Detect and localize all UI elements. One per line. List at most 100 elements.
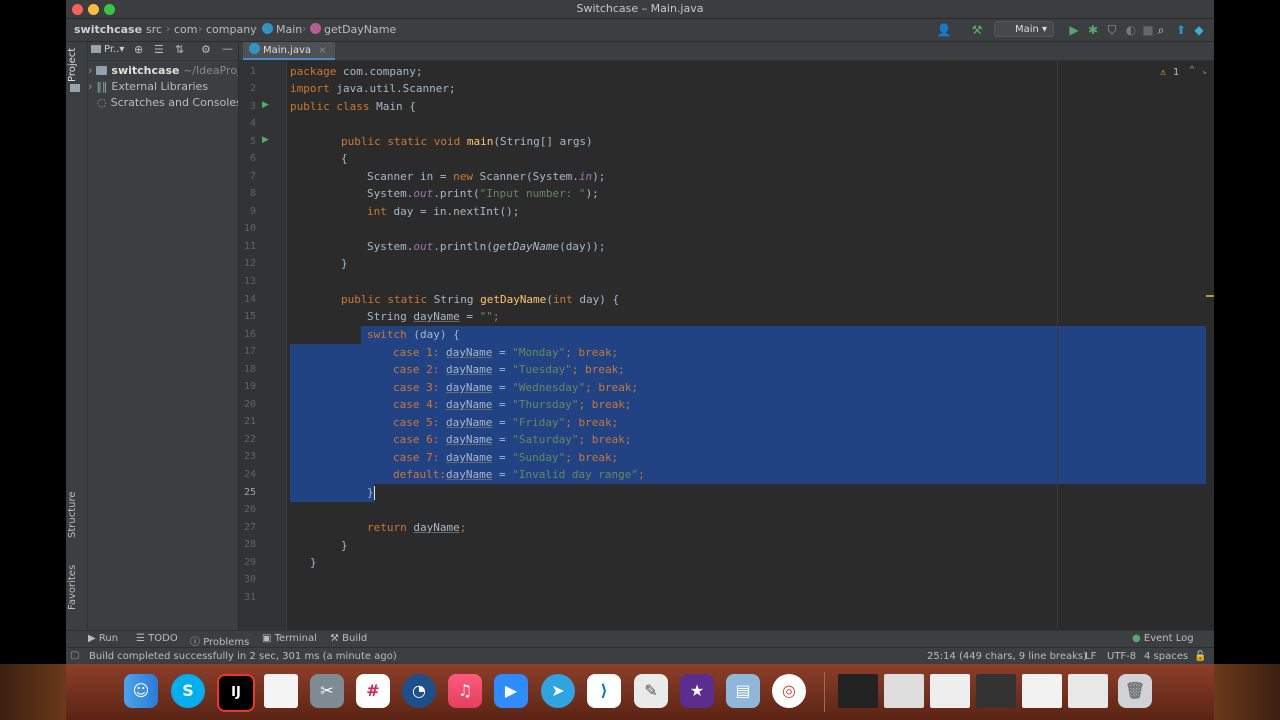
build-tool-tab[interactable]: ⚒ Build: [330, 633, 367, 644]
breadcrumb-company[interactable]: company: [206, 23, 257, 36]
breadcrumb-method[interactable]: getDayName: [310, 23, 396, 36]
line-number: 8: [249, 188, 256, 199]
close-tab-icon[interactable]: ×: [318, 45, 326, 56]
textedit-icon[interactable]: ✎: [634, 674, 668, 708]
breadcrumb-separator: ›: [302, 22, 307, 35]
zoom-icon[interactable]: ▶: [494, 674, 528, 708]
music-icon[interactable]: ♫: [448, 674, 482, 708]
debug-icon[interactable]: ✱: [1085, 22, 1101, 38]
line-number: 22: [243, 434, 256, 445]
chevron-right-icon: ›: [88, 64, 93, 77]
vscode-icon[interactable]: ⟩: [587, 674, 621, 708]
line-separator[interactable]: LF: [1085, 651, 1096, 662]
favorites-tool-tab[interactable]: Favorites: [67, 565, 78, 610]
build-hammer-icon[interactable]: ⚒: [969, 22, 985, 38]
run-icon[interactable]: ▶: [1066, 22, 1082, 38]
update-icon[interactable]: ⬆: [1173, 22, 1189, 38]
user-icon[interactable]: 👤: [936, 22, 952, 38]
class-icon: [262, 23, 273, 34]
warning-icon[interactable]: ⚠: [1160, 67, 1166, 78]
locate-icon[interactable]: ⊕: [134, 43, 143, 56]
lock-icon[interactable]: 🔓: [1194, 651, 1206, 662]
scroll-marker: [1206, 295, 1214, 297]
todo-tool-tab[interactable]: ☰ TODO: [136, 633, 178, 644]
tab-main-java[interactable]: Main.java ×: [243, 42, 335, 60]
line-number: 5: [249, 136, 256, 147]
caret-position[interactable]: 25:14 (449 chars, 9 line breaks): [927, 651, 1087, 662]
code-line-3: public class Main {: [290, 100, 416, 113]
event-log-tool-tab[interactable]: ● Event Log: [1132, 633, 1194, 644]
code-line-1: package com.company;: [290, 65, 423, 78]
expand-all-icon[interactable]: ☰: [154, 43, 164, 56]
breadcrumb-src[interactable]: src: [146, 23, 162, 36]
skype-icon[interactable]: S: [171, 674, 205, 708]
utilities-icon[interactable]: ✂: [310, 674, 344, 708]
window-thumbnail[interactable]: [976, 674, 1016, 708]
breadcrumb-project[interactable]: switchcase: [74, 23, 142, 36]
imovie-icon[interactable]: ★: [680, 674, 714, 708]
line-number: 24: [243, 469, 256, 480]
library-icon: ‖‖: [96, 80, 108, 93]
project-panel: Pr..▾ ⊕ ☰ ⇅ ⚙ — › switchcase ~/IdeaProj ›…: [88, 42, 239, 630]
breadcrumb-main-class[interactable]: Main: [262, 23, 302, 36]
problems-tool-tab[interactable]: ⓘ Problems: [190, 633, 249, 648]
search-icon[interactable]: ⌕: [1153, 22, 1169, 38]
intellij-icon[interactable]: IJ: [217, 674, 255, 712]
chrome-icon[interactable]: ◎: [772, 674, 806, 708]
line-number: 2: [249, 83, 256, 94]
project-view-select[interactable]: Pr..▾: [104, 44, 124, 55]
code-editor[interactable]: package com.company; import java.util.Sc…: [287, 61, 1214, 630]
status-message[interactable]: Build completed successfully in 2 sec, 3…: [89, 651, 397, 662]
run-configuration-select[interactable]: Main ▾: [994, 21, 1054, 37]
collapse-all-icon[interactable]: ⇅: [175, 43, 184, 56]
editor-gutter: 1 2 3 4 5 6 7 8 9 10 11 12 13 14 15 16 1…: [239, 61, 311, 630]
document-icon[interactable]: [264, 674, 298, 708]
dock-divider: [824, 672, 825, 712]
preview-icon[interactable]: ▤: [726, 674, 760, 708]
line-number: 4: [249, 118, 256, 129]
profile-icon[interactable]: ◐: [1123, 22, 1139, 38]
code-line-27: return dayName;: [367, 521, 467, 534]
plugin-icon[interactable]: ◆: [1191, 22, 1207, 38]
line-number: 20: [243, 399, 256, 410]
window-thumbnail[interactable]: [884, 674, 924, 708]
selection-highlight: [361, 326, 1214, 344]
run-gutter-icon[interactable]: ▶: [262, 100, 269, 110]
run-tool-tab[interactable]: ▶ Run: [88, 633, 118, 644]
window-thumbnail[interactable]: [838, 674, 878, 708]
quicktime-icon[interactable]: ◔: [402, 674, 436, 708]
structure-tool-tab[interactable]: Structure: [67, 491, 78, 538]
trash-icon[interactable]: 🗑: [1118, 674, 1152, 708]
window-thumbnail[interactable]: [1022, 674, 1062, 708]
slack-icon[interactable]: #: [356, 674, 390, 708]
toggle-tool-windows-icon[interactable]: ▢: [70, 650, 79, 661]
tree-item-scratches[interactable]: ◌ Scratches and Consoles: [88, 95, 238, 111]
coverage-icon[interactable]: ⛉: [1104, 22, 1120, 38]
finder-icon[interactable]: ☺: [124, 674, 158, 708]
title-bar: Switchcase – Main.java: [66, 0, 1214, 19]
telegram-icon[interactable]: ➤: [541, 674, 575, 708]
hide-panel-icon[interactable]: —: [222, 42, 233, 55]
gear-icon[interactable]: ⚙: [201, 43, 211, 56]
breadcrumb-com[interactable]: com: [174, 23, 198, 36]
window-thumbnail[interactable]: [930, 674, 970, 708]
project-tool-tab[interactable]: Project: [67, 48, 78, 82]
window-thumbnail[interactable]: [1068, 674, 1108, 708]
folder-icon: [70, 84, 80, 92]
terminal-tool-tab[interactable]: ▣ Terminal: [262, 633, 317, 644]
chevron-up-icon[interactable]: ⌃: [1189, 65, 1195, 76]
code-line-12: }: [341, 257, 348, 270]
code-line-6: {: [341, 152, 348, 165]
indent-setting[interactable]: 4 spaces: [1144, 651, 1188, 662]
tree-item-external-libraries[interactable]: › ‖‖ External Libraries: [88, 79, 238, 95]
scratches-icon: ◌: [97, 96, 107, 109]
code-line-15: String dayName = "";: [367, 310, 500, 323]
editor-scrollbar[interactable]: [1206, 61, 1214, 630]
code-line-18: case 2: dayName = "Tuesday"; break;: [393, 363, 625, 376]
tree-item-switchcase[interactable]: › switchcase ~/IdeaProj: [88, 63, 238, 79]
breadcrumb-separator: ›: [253, 22, 258, 35]
code-line-25: }: [367, 486, 374, 499]
run-gutter-icon[interactable]: ▶: [262, 135, 269, 145]
window-title: Switchcase – Main.java: [576, 2, 704, 15]
file-encoding[interactable]: UTF-8: [1107, 651, 1136, 662]
